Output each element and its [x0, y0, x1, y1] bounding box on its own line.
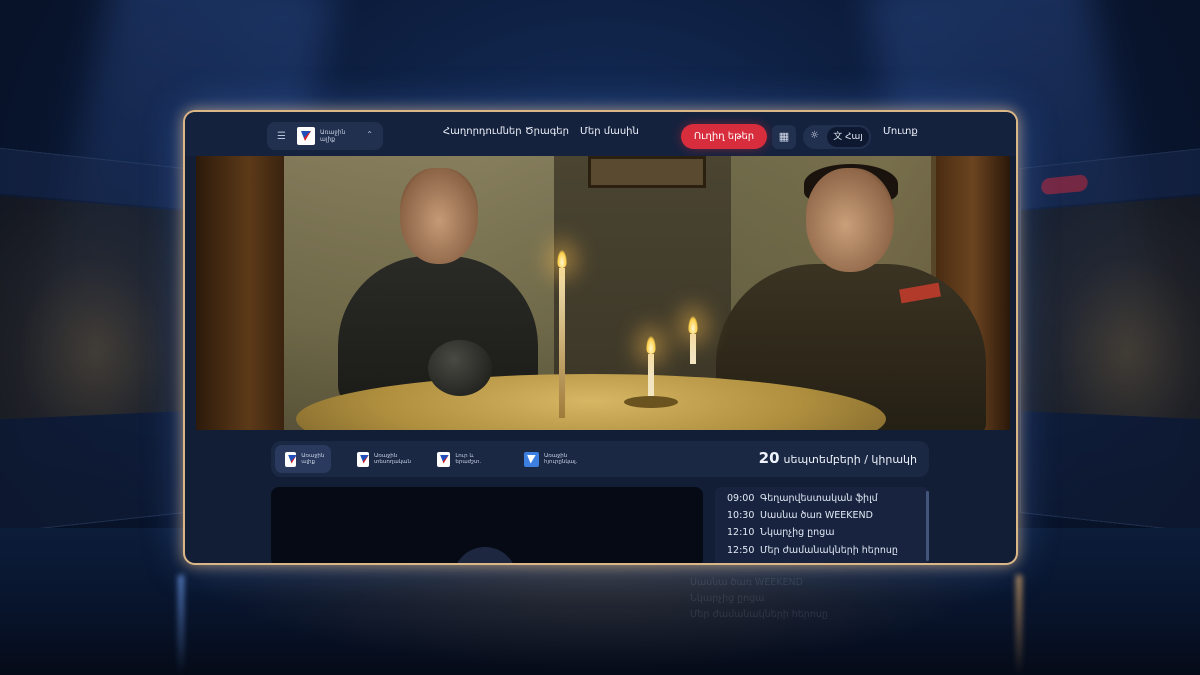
- schedule-item[interactable]: 09:00 Գեղարվեստական ֆիլմ: [727, 493, 878, 504]
- grid-icon[interactable]: ▦: [772, 125, 796, 149]
- channel-tabs: Առաջին ալիք Առաջին տեսողական Լուր և երաժ…: [271, 441, 929, 477]
- schedule-item[interactable]: 10:30 Սասնա ծառ WEEKEND: [727, 510, 873, 521]
- candle-flame: [646, 336, 656, 354]
- schedule-date: 20 սեպտեմբերի / կիրակի: [758, 449, 917, 467]
- hero-video-frame[interactable]: [196, 156, 1010, 430]
- side-panel-left: [0, 144, 186, 537]
- chevron-icon[interactable]: ⌃: [366, 130, 373, 139]
- menu-icon[interactable]: ☰: [277, 131, 291, 142]
- site-header: ☰ Առաջին ալիք ⌃ Հաղորդումներ Ծրագեր Մեր …: [185, 112, 1016, 156]
- channel-tab-3[interactable]: Լուր և երաժշտ.: [427, 445, 491, 473]
- logo-switcher[interactable]: ☰ Առաջին ալիք ⌃: [267, 122, 383, 150]
- main-screen: ☰ Առաջին ալիք ⌃ Հաղորդումներ Ծրագեր Մեր …: [183, 110, 1018, 565]
- video-player[interactable]: [271, 487, 703, 563]
- translate-icon: 文: [833, 132, 846, 142]
- play-icon[interactable]: [453, 547, 517, 563]
- schedule-item[interactable]: 12:50 Մեր ժամանակների հերոսը: [727, 545, 898, 556]
- candle-flame: [688, 316, 698, 334]
- nav-about[interactable]: Մեր մասին: [580, 126, 639, 137]
- floor-reflection: Սասնա ծառ WEEKEND Նկարչից ըոցա Մեր ժաման…: [690, 577, 828, 620]
- side-panel-right: [1020, 145, 1200, 536]
- channel-tab-1[interactable]: Առաջին ալիք: [275, 445, 331, 473]
- channel-tab-2[interactable]: Առաջին տեսողական: [347, 445, 411, 473]
- nav-programs[interactable]: Հաղորդումներ: [443, 126, 522, 137]
- channel-logo: [297, 127, 315, 145]
- logo-text: Առաջին ալիք: [320, 129, 346, 143]
- live-button[interactable]: Ուղիղ եթեր: [681, 124, 767, 149]
- schedule-item[interactable]: 12:10 Նկարչից ըոցա: [727, 527, 834, 538]
- login-link[interactable]: Մուտք: [883, 126, 918, 137]
- wall-picture: [588, 156, 706, 188]
- schedule-list: 09:00 Գեղարվեստական ֆիլմ 10:30 Սասնա ծառ…: [715, 487, 929, 563]
- nav-schedule[interactable]: Ծրագեր: [525, 126, 569, 137]
- channel-tab-4[interactable]: Առաջին հյուրընկալ.: [514, 445, 584, 473]
- candle-flame: [557, 250, 567, 268]
- sun-icon[interactable]: ☼: [810, 130, 819, 141]
- language-label: Հայ: [845, 132, 863, 142]
- language-selector[interactable]: 文 Հայ: [827, 127, 869, 147]
- scrollbar[interactable]: [926, 491, 929, 561]
- theme-language-toggle[interactable]: ☼ 文 Հայ: [803, 125, 871, 149]
- teapot: [428, 340, 492, 396]
